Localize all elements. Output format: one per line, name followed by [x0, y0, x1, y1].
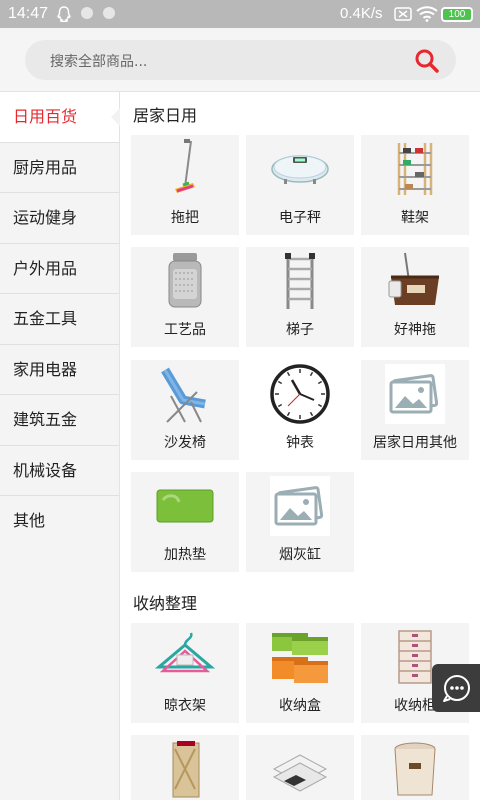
scale-icon [270, 139, 330, 199]
sidebar-item-label: 其他 [13, 511, 46, 530]
category-sidebar: 日用百货 厨房用品 运动健身 户外用品 五金工具 家用电器 建筑五金 机械设备 … [0, 92, 120, 800]
product-tile-trash-bin[interactable] [361, 735, 469, 800]
image-placeholder-icon [385, 364, 445, 424]
storage-bag-icon [155, 739, 215, 799]
craft-jar-icon [155, 251, 215, 311]
sidebar-item-fitness[interactable]: 运动健身 [0, 193, 119, 244]
image-placeholder-icon [270, 476, 330, 536]
product-label: 加热垫 [164, 547, 206, 563]
product-tile-storage-bag[interactable] [131, 735, 239, 800]
product-tile-lounge-chair[interactable]: 沙发椅 [131, 360, 239, 460]
notification-dot-icon [80, 6, 94, 24]
product-label: 沙发椅 [164, 435, 206, 451]
sidebar-item-label: 机械设备 [13, 460, 78, 480]
shoe-rack-icon [385, 139, 445, 199]
product-tile-shoe-rack[interactable]: 鞋架 [361, 135, 469, 235]
mop-icon [155, 139, 215, 199]
sidebar-item-hardware-tools[interactable]: 五金工具 [0, 294, 119, 345]
sidebar-item-building-hardware[interactable]: 建筑五金 [0, 395, 119, 446]
storage-box-icon [270, 627, 330, 687]
product-label: 收纳盒 [279, 698, 321, 714]
product-label: 晾衣架 [164, 698, 206, 714]
sim-off-icon [394, 7, 412, 25]
product-tile-scale[interactable]: 电子秤 [246, 135, 354, 235]
product-label: 梯子 [286, 322, 314, 338]
product-label: 烟灰缸 [279, 547, 321, 563]
product-tile-organizer[interactable] [246, 735, 354, 800]
product-tile-hanger[interactable]: 晾衣架 [131, 623, 239, 723]
product-tile-ashtray[interactable]: 烟灰缸 [246, 472, 354, 572]
qq-icon [56, 6, 72, 27]
lounge-chair-icon [155, 364, 215, 424]
network-speed: 0.4K/s [340, 5, 383, 22]
product-tile-storage-box[interactable]: 收纳盒 [246, 623, 354, 723]
sidebar-item-label: 日用百货 [13, 107, 78, 126]
chat-bubble-icon [443, 675, 470, 702]
organizer-tray-icon [270, 739, 330, 799]
product-tile-clock[interactable]: 钟表 [246, 360, 354, 460]
product-tile-mop[interactable]: 拖把 [131, 135, 239, 235]
battery-indicator: 100 [441, 7, 473, 22]
sidebar-item-label: 户外用品 [13, 258, 78, 278]
chat-float-button[interactable] [432, 664, 480, 712]
product-label: 钟表 [286, 435, 314, 451]
product-label: 好神拖 [394, 322, 436, 338]
product-label: 工艺品 [164, 322, 206, 338]
search-icon[interactable] [414, 48, 440, 78]
status-bar: 14:47 0.4K/s 100 [0, 0, 480, 28]
sidebar-item-other[interactable]: 其他 [0, 496, 119, 547]
spin-mop-icon [385, 251, 445, 311]
product-label: 拖把 [171, 210, 199, 226]
section-title: 收纳整理 [133, 594, 198, 613]
hanger-icon [154, 627, 216, 687]
sidebar-item-label: 建筑五金 [13, 410, 78, 429]
status-time: 14:47 [8, 5, 49, 22]
product-label: 电子秤 [279, 210, 321, 226]
product-tile-ladder[interactable]: 梯子 [246, 247, 354, 347]
sidebar-item-label: 五金工具 [13, 309, 78, 328]
sidebar-item-label: 厨房用品 [13, 157, 78, 177]
sidebar-item-kitchen[interactable]: 厨房用品 [0, 143, 119, 193]
section-title: 居家日用 [133, 106, 198, 125]
category-content: 居家日用 拖把 电子秤 鞋架 工艺品 梯子 好神拖 沙发椅 钟表 居家日用其他 … [120, 92, 480, 800]
wifi-icon [416, 6, 438, 26]
trash-bin-icon [385, 739, 445, 799]
heating-pad-icon [155, 476, 215, 536]
sidebar-item-machinery[interactable]: 机械设备 [0, 446, 119, 496]
product-label: 鞋架 [401, 210, 429, 226]
search-bar: 搜索全部商品... [0, 28, 480, 92]
sidebar-item-daily-goods[interactable]: 日用百货 [0, 92, 120, 143]
sidebar-item-outdoor[interactable]: 户外用品 [0, 244, 119, 294]
ladder-icon [270, 251, 330, 311]
clock-icon [270, 364, 330, 424]
notification-dot-icon [102, 6, 116, 24]
product-tile-home-other[interactable]: 居家日用其他 [361, 360, 469, 460]
sidebar-item-label: 家用电器 [13, 359, 78, 379]
product-label: 居家日用其他 [373, 435, 457, 451]
sidebar-item-appliances[interactable]: 家用电器 [0, 345, 119, 395]
search-placeholder: 搜索全部商品... [50, 54, 148, 70]
product-tile-heating-pad[interactable]: 加热垫 [131, 472, 239, 572]
product-tile-spin-mop[interactable]: 好神拖 [361, 247, 469, 347]
sidebar-item-label: 运动健身 [13, 208, 78, 227]
search-input[interactable]: 搜索全部商品... [25, 40, 456, 80]
product-tile-craft[interactable]: 工艺品 [131, 247, 239, 347]
